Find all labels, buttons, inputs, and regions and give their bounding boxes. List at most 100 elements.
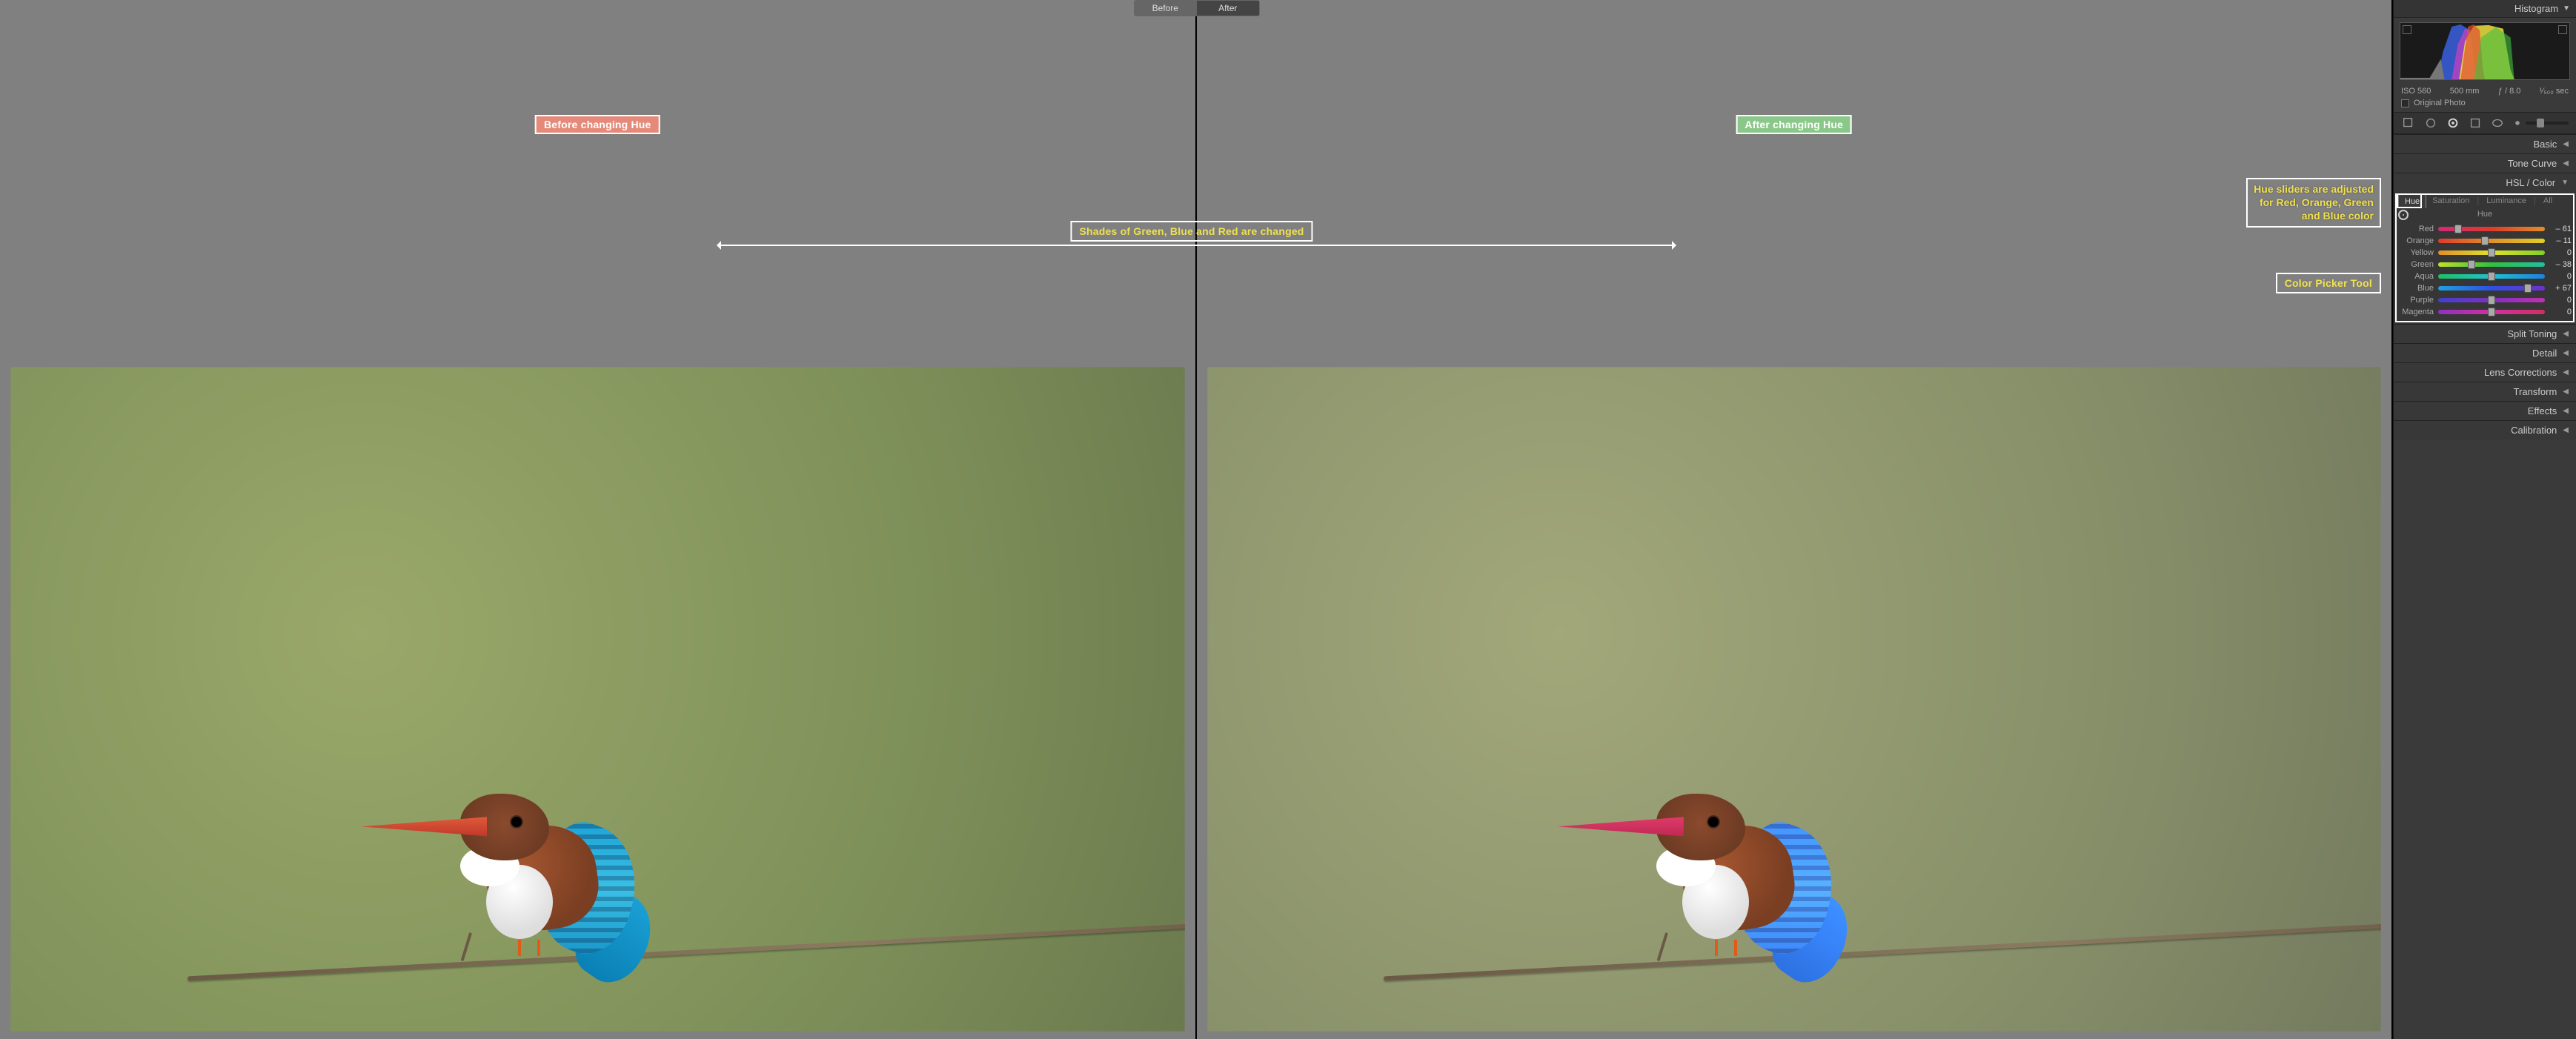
compare-tabs: Before After: [1134, 0, 1260, 16]
compare-tab-after[interactable]: After: [1196, 0, 1260, 16]
radial-tool-icon[interactable]: [2490, 116, 2505, 130]
slider-track[interactable]: [2438, 310, 2545, 314]
slider-value: 0: [2549, 308, 2572, 316]
section-lens-corrections[interactable]: Lens Corrections ◀: [2394, 363, 2576, 382]
before-photo: [10, 367, 1185, 1032]
section-transform[interactable]: Transform ◀: [2394, 382, 2576, 401]
slider-value: 0: [2549, 272, 2572, 281]
slider-knob[interactable]: [2468, 260, 2475, 269]
hue-slider-green[interactable]: Green – 38: [2398, 259, 2572, 270]
hue-slider-red[interactable]: Red– 61: [2398, 223, 2572, 235]
tab-all[interactable]: All: [2537, 194, 2558, 208]
section-hsl-header[interactable]: HSL / Color ▼: [2394, 173, 2576, 192]
compare-view: Before After Before cha: [0, 0, 2393, 1039]
slider-value: 0: [2549, 296, 2572, 305]
slider-label: Aqua: [2398, 272, 2434, 281]
hue-slider-purple[interactable]: Purple0: [2398, 294, 2572, 306]
section-detail-label: Detail: [2532, 348, 2557, 359]
slider-knob[interactable]: [2488, 296, 2495, 305]
spot-tool-icon[interactable]: [2423, 116, 2438, 130]
hue-note-l3: and Blue color: [2254, 209, 2374, 222]
hue-sliders-note: Hue sliders are adjusted for Red, Orange…: [2246, 178, 2381, 228]
histogram[interactable]: [2400, 22, 2570, 80]
shades-changed-arrow: [718, 245, 1676, 246]
hue-slider-yellow[interactable]: Yellow0: [2398, 247, 2572, 259]
original-photo-row[interactable]: Original Photo: [2394, 97, 2576, 112]
chevron-left-icon: ◀: [2563, 330, 2569, 338]
tab-saturation[interactable]: Saturation: [2426, 194, 2475, 208]
slider-value: – 61: [2549, 225, 2572, 233]
highlight-clip-indicator[interactable]: [2558, 25, 2567, 34]
slider-knob[interactable]: [2524, 284, 2532, 293]
hsl-subtitle: Hue: [2409, 208, 2561, 222]
chevron-down-icon: ▼: [2561, 179, 2569, 187]
redeye-tool-icon[interactable]: [2446, 116, 2460, 130]
color-picker-callout: Color Picker Tool: [2276, 273, 2381, 293]
tool-strip: [2394, 112, 2576, 134]
slider-track[interactable]: [2438, 298, 2545, 302]
slider-track[interactable]: [2438, 227, 2545, 231]
slider-value: – 11: [2549, 236, 2572, 245]
slider-label: Orange: [2398, 236, 2434, 245]
chevron-left-icon: ◀: [2563, 426, 2569, 434]
hue-slider-aqua[interactable]: Aqua 0: [2398, 270, 2572, 282]
meta-iso: ISO 560: [2401, 87, 2431, 96]
hue-slider-blue[interactable]: Blue+ 67: [2398, 282, 2572, 294]
slider-knob[interactable]: [2454, 225, 2462, 233]
section-detail[interactable]: Detail ◀: [2394, 344, 2576, 362]
hue-note-l2: for Red, Orange, Green: [2254, 196, 2374, 209]
chevron-left-icon: ◀: [2563, 159, 2569, 167]
gradient-tool-icon[interactable]: [2468, 116, 2483, 130]
targeted-adjustment-icon[interactable]: [2398, 210, 2409, 220]
hsl-body: Hue Saturation | Luminance | All Hue Red…: [2394, 192, 2576, 324]
crop-tool-icon[interactable]: [2401, 116, 2416, 130]
meta-shutter: ¹⁄₅₀₀ sec: [2540, 87, 2569, 96]
section-basic[interactable]: Basic ◀: [2394, 135, 2576, 153]
slider-track[interactable]: [2438, 250, 2545, 255]
section-lens-label: Lens Corrections: [2484, 367, 2557, 378]
slider-knob[interactable]: [2488, 308, 2495, 316]
tab-hue[interactable]: Hue: [2398, 194, 2426, 208]
chevron-left-icon: ◀: [2563, 368, 2569, 376]
slider-track[interactable]: [2438, 274, 2545, 279]
section-basic-label: Basic: [2534, 139, 2557, 150]
meta-focal: 500 mm: [2450, 87, 2480, 96]
meta-aperture: ƒ / 8.0: [2498, 87, 2521, 96]
section-split-toning[interactable]: Split Toning ◀: [2394, 325, 2576, 343]
section-effects[interactable]: Effects ◀: [2394, 402, 2576, 420]
slider-knob[interactable]: [2488, 272, 2495, 281]
hsl-tabs: Hue Saturation | Luminance | All: [2394, 192, 2576, 208]
slider-value: – 38: [2549, 260, 2572, 269]
chevron-left-icon: ◀: [2563, 349, 2569, 357]
slider-knob[interactable]: [2488, 248, 2495, 257]
histogram-chart: [2400, 23, 2569, 79]
section-calibration-label: Calibration: [2511, 425, 2557, 436]
chevron-down-icon: ▼: [2563, 4, 2570, 13]
before-pane: Before changing Hue: [0, 0, 1197, 1039]
original-photo-label: Original Photo: [2414, 99, 2466, 107]
histogram-metadata: ISO 560 500 mm ƒ / 8.0 ¹⁄₅₀₀ sec: [2394, 84, 2576, 97]
brush-size-slider[interactable]: [2512, 118, 2569, 128]
hue-note-l1: Hue sliders are adjusted: [2254, 182, 2374, 196]
before-chip: Before changing Hue: [535, 115, 660, 134]
shadow-clip-indicator[interactable]: [2403, 25, 2411, 34]
slider-track[interactable]: [2438, 262, 2545, 267]
hue-slider-magenta[interactable]: Magenta0: [2398, 306, 2572, 318]
section-effects-label: Effects: [2528, 405, 2557, 416]
slider-track[interactable]: [2438, 239, 2545, 243]
tab-luminance[interactable]: Luminance: [2480, 194, 2532, 208]
section-calibration[interactable]: Calibration ◀: [2394, 421, 2576, 439]
section-tone-curve[interactable]: Tone Curve ◀: [2394, 154, 2576, 173]
compare-tab-before[interactable]: Before: [1134, 0, 1197, 16]
histogram-header[interactable]: Histogram ▼: [2394, 0, 2576, 18]
after-pane: After changing Hue Hue sliders are adjus…: [1197, 0, 2394, 1039]
slider-label: Blue: [2398, 284, 2434, 293]
original-photo-checkbox[interactable]: [2401, 99, 2409, 107]
slider-knob[interactable]: [2481, 236, 2489, 245]
slider-track[interactable]: [2438, 286, 2545, 291]
slider-value: 0: [2549, 248, 2572, 257]
shades-changed-callout: Shades of Green, Blue and Red are change…: [1071, 221, 1313, 242]
chevron-left-icon: ◀: [2563, 388, 2569, 396]
hue-slider-orange[interactable]: Orange – 11: [2398, 235, 2572, 247]
slider-label: Green: [2398, 260, 2434, 269]
